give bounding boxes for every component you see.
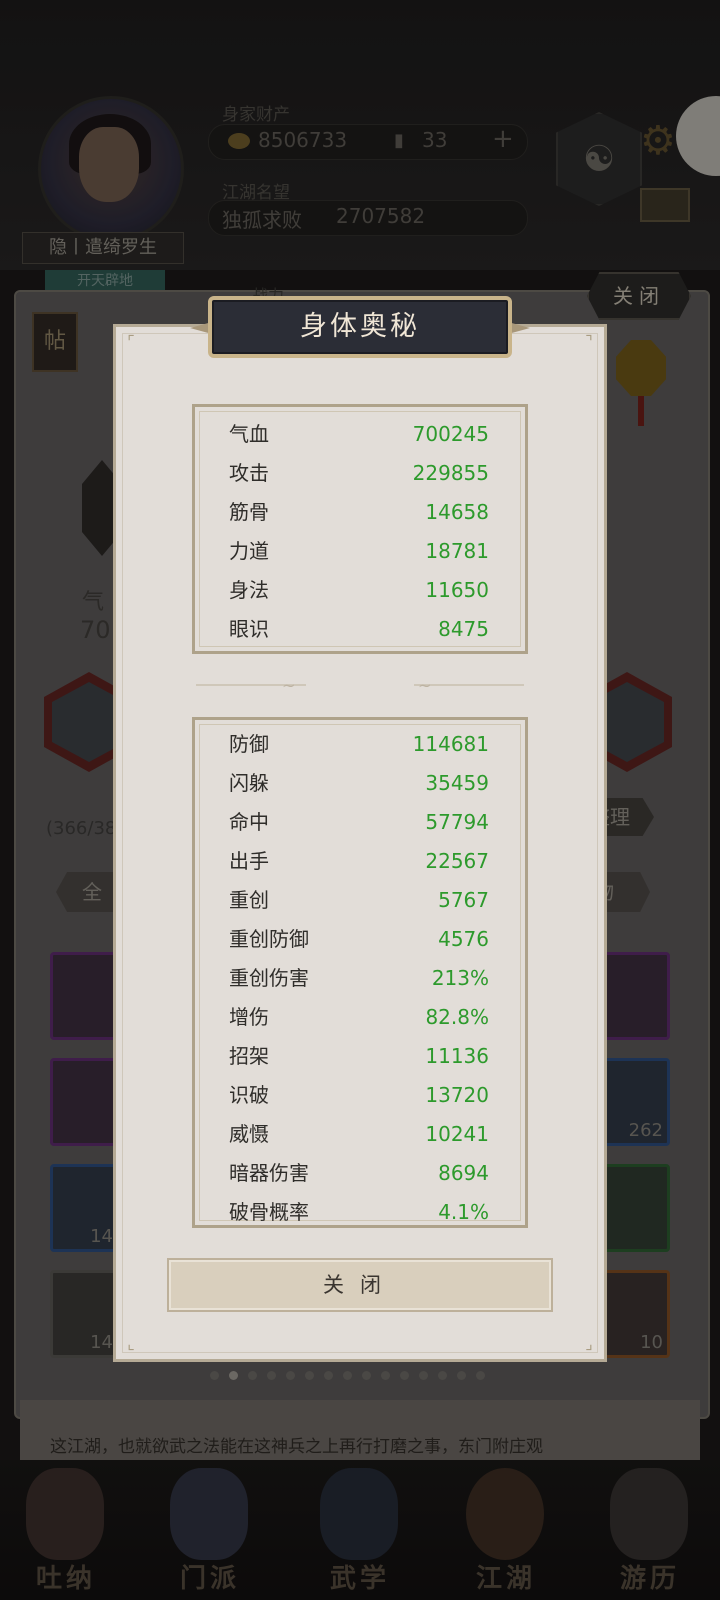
- stat-value: 11650: [425, 578, 489, 602]
- stat-label: 眼识: [229, 617, 269, 641]
- corner-ornament: ⌞: [127, 1334, 135, 1353]
- stat-label: 防御: [229, 732, 269, 756]
- corner-ornament: ⌝: [585, 332, 593, 351]
- stat-label: 筋骨: [229, 500, 269, 524]
- stat-value: 5767: [438, 888, 489, 912]
- stat-value: 229855: [412, 461, 489, 485]
- stat-label: 气血: [229, 422, 269, 446]
- corner-ornament: ⌟: [585, 1334, 593, 1353]
- stat-label: 暗器伤害: [229, 1161, 309, 1185]
- stat-value: 4.1%: [438, 1200, 489, 1224]
- stat-label: 命中: [229, 810, 269, 834]
- dialog-title-plate: 身体奥秘: [208, 296, 512, 358]
- stat-label: 识破: [229, 1083, 269, 1107]
- stat-value: 22567: [425, 849, 489, 873]
- stat-row: 攻击 229855: [229, 454, 489, 493]
- stat-value: 57794: [425, 810, 489, 834]
- stat-row: 闪躲 35459: [229, 764, 489, 803]
- stat-label: 增伤: [229, 1005, 269, 1029]
- stat-row: 识破 13720: [229, 1076, 489, 1115]
- stat-label: 破骨概率: [229, 1200, 309, 1224]
- primary-stats-box: 气血 700245 攻击 229855 筋骨 14658 力道 18781 身法 11650 眼识 8…: [192, 404, 528, 654]
- stat-value: 11136: [425, 1044, 489, 1068]
- stat-value: 8694: [438, 1161, 489, 1185]
- stat-value: 13720: [425, 1083, 489, 1107]
- stat-value: 82.8%: [425, 1005, 489, 1029]
- stat-label: 力道: [229, 539, 269, 563]
- stat-row: 命中 57794: [229, 803, 489, 842]
- stat-label: 出手: [229, 849, 269, 873]
- dialog-title: 身体奥秘: [300, 311, 420, 342]
- secondary-stats-box[interactable]: 防御 114681 闪躲 35459 命中 57794 出手 22567 重创 5767 重创防御 4…: [192, 717, 528, 1228]
- stat-label: 招架: [229, 1044, 269, 1068]
- stat-label: 重创防御: [229, 927, 309, 951]
- stat-label: 攻击: [229, 461, 269, 485]
- stat-label: 重创伤害: [229, 966, 309, 990]
- close-button[interactable]: 关闭: [167, 1258, 553, 1312]
- stat-row: 防御 114681: [229, 725, 489, 764]
- stat-value: 700245: [412, 422, 489, 446]
- stat-label: 威慑: [229, 1122, 269, 1146]
- stat-row: 眼识 8475: [229, 610, 489, 649]
- stat-label: 闪躲: [229, 771, 269, 795]
- stat-row: 筋骨 14658: [229, 493, 489, 532]
- stat-row: 威慑 10241: [229, 1115, 489, 1154]
- stat-value: 18781: [425, 539, 489, 563]
- stat-value: 10241: [425, 1122, 489, 1146]
- stat-row: 招架 11136: [229, 1037, 489, 1076]
- stat-value: 8475: [438, 617, 489, 641]
- stat-row: 气血 700245: [229, 415, 489, 454]
- stat-value: 14658: [425, 500, 489, 524]
- stat-row: 重创防御 4576: [229, 920, 489, 959]
- corner-ornament: ⌜: [127, 332, 135, 351]
- stat-row: 增伤 82.8%: [229, 998, 489, 1037]
- divider-ornament: ~: [418, 676, 432, 695]
- stat-row: 重创伤害 213%: [229, 959, 489, 998]
- stat-value: 213%: [431, 966, 489, 990]
- stat-row: 重创 5767: [229, 881, 489, 920]
- stat-row: 身法 11650: [229, 571, 489, 610]
- stat-label: 重创: [229, 888, 269, 912]
- stat-row: 出手 22567: [229, 842, 489, 881]
- stat-value: 35459: [425, 771, 489, 795]
- stat-row: 力道 18781: [229, 532, 489, 571]
- divider-ornament: ~: [282, 676, 296, 695]
- stat-label: 身法: [229, 578, 269, 602]
- stat-row: 暗器伤害 8694: [229, 1154, 489, 1193]
- stat-row: 破骨概率 4.1%: [229, 1193, 489, 1225]
- stat-value: 4576: [438, 927, 489, 951]
- stat-value: 114681: [412, 732, 489, 756]
